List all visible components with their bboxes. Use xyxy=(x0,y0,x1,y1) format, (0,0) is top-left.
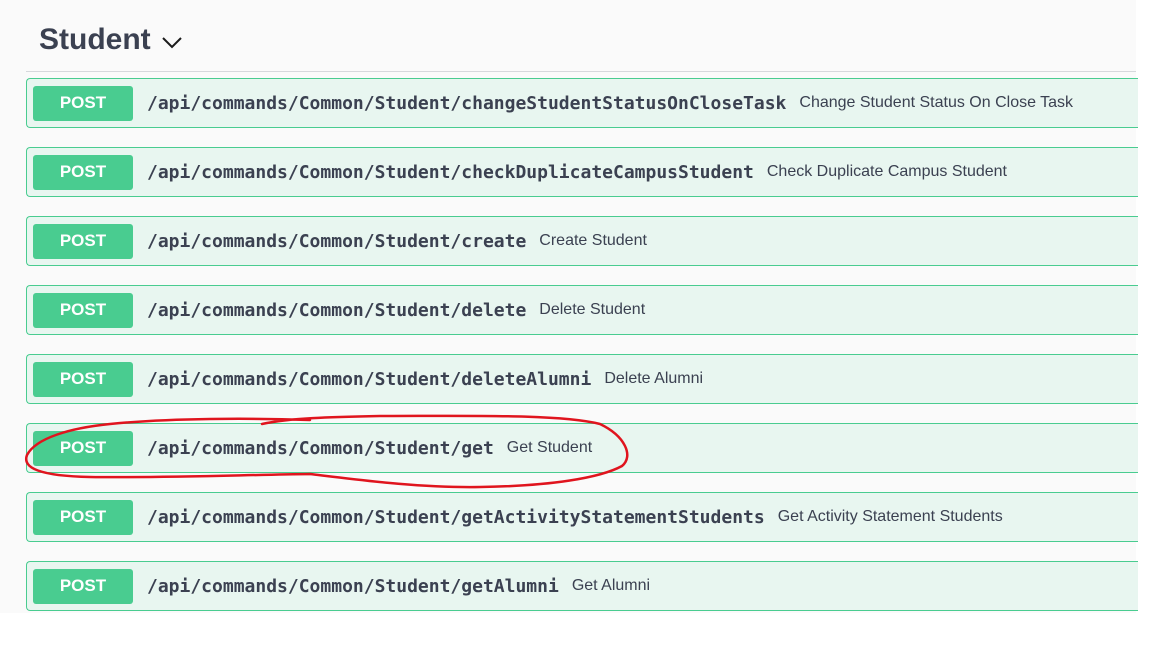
method-badge: POST xyxy=(33,85,133,121)
method-badge: POST xyxy=(33,154,133,190)
operation-row-delete-alumni[interactable]: POST /api/commands/Common/Student/delete… xyxy=(26,354,1138,404)
operation-summary: Delete Alumni xyxy=(604,370,704,387)
operation-summary: Get Alumni xyxy=(571,577,651,594)
method-badge: POST xyxy=(33,499,133,535)
operation-row-get-alumni[interactable]: POST /api/commands/Common/Student/getAlu… xyxy=(26,561,1138,611)
operation-summary: Create Student xyxy=(539,232,647,249)
operation-summary: Delete Student xyxy=(539,301,646,318)
operation-path: /api/commands/Common/Student/deleteAlumn… xyxy=(147,368,592,390)
section-header-student[interactable]: Student xyxy=(39,20,183,60)
operation-path: /api/commands/Common/Student/getActivity… xyxy=(147,506,765,528)
section-title: Student xyxy=(39,23,151,56)
method-badge: POST xyxy=(33,430,133,466)
section-divider xyxy=(26,71,1136,72)
operation-summary: Get Student xyxy=(506,439,593,456)
operation-path: /api/commands/Common/Student/delete xyxy=(147,299,527,321)
operation-row-check-duplicate-campus-student[interactable]: POST /api/commands/Common/Student/checkD… xyxy=(26,147,1138,197)
swagger-page: Student POST /api/commands/Common/Studen… xyxy=(0,0,1152,648)
operations-list: POST /api/commands/Common/Student/change… xyxy=(26,78,1138,630)
operation-row-delete[interactable]: POST /api/commands/Common/Student/delete… xyxy=(26,285,1138,335)
operation-summary: Check Duplicate Campus Student xyxy=(766,163,1007,180)
operation-path: /api/commands/Common/Student/changeStude… xyxy=(147,92,787,114)
method-badge: POST xyxy=(33,361,133,397)
operation-path: /api/commands/Common/Student/getAlumni xyxy=(147,575,559,597)
operation-path: /api/commands/Common/Student/get xyxy=(147,437,494,459)
operation-summary: Get Activity Statement Students xyxy=(777,508,1003,525)
operation-row-create[interactable]: POST /api/commands/Common/Student/create… xyxy=(26,216,1138,266)
operations-panel: Student POST /api/commands/Common/Studen… xyxy=(0,0,1138,613)
operation-row-get-activity-statement-students[interactable]: POST /api/commands/Common/Student/getAct… xyxy=(26,492,1138,542)
method-badge: POST xyxy=(33,292,133,328)
operation-path: /api/commands/Common/Student/create xyxy=(147,230,527,252)
operation-summary: Change Student Status On Close Task xyxy=(799,94,1074,111)
method-badge: POST xyxy=(33,568,133,604)
operation-row-change-student-status-on-close-task[interactable]: POST /api/commands/Common/Student/change… xyxy=(26,78,1138,128)
operation-path: /api/commands/Common/Student/checkDuplic… xyxy=(147,161,754,183)
chevron-down-icon xyxy=(161,37,182,49)
operation-row-get[interactable]: POST /api/commands/Common/Student/get Ge… xyxy=(26,423,1138,473)
method-badge: POST xyxy=(33,223,133,259)
